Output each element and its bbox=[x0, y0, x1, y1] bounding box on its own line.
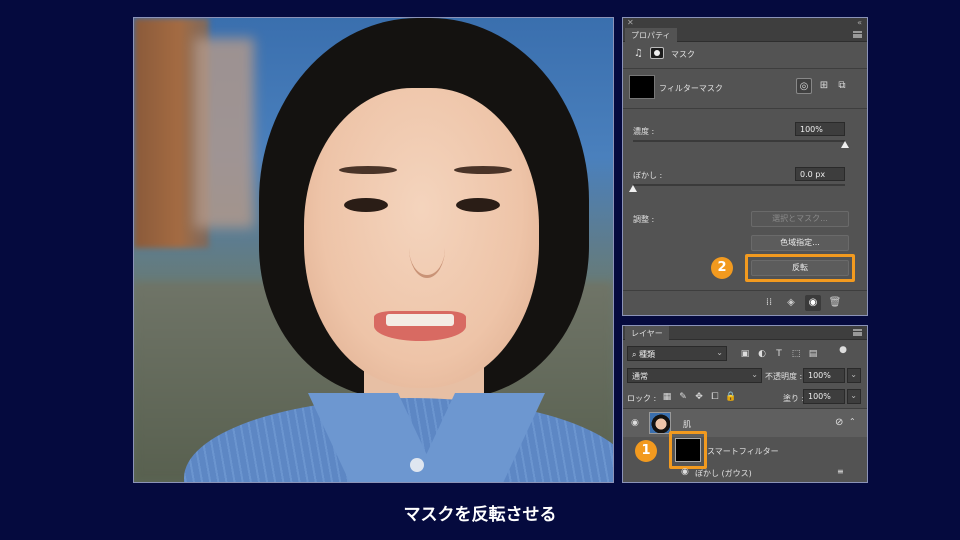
mask-type-icon[interactable] bbox=[650, 47, 664, 59]
apply-mask-icon[interactable]: ⊞ bbox=[816, 78, 832, 94]
blend-mode-dropdown[interactable]: 通常 ⌄ bbox=[627, 368, 762, 383]
lock-all-icon[interactable]: 🔒 bbox=[725, 391, 737, 403]
divider bbox=[623, 68, 867, 69]
opacity-dropdown[interactable]: ⌄ bbox=[847, 368, 861, 383]
layers-tab-bar: レイヤー bbox=[623, 326, 867, 340]
portrait-photo bbox=[133, 17, 614, 483]
chevron-down-icon: ⌄ bbox=[850, 370, 857, 379]
filter-mask-thumbnail bbox=[629, 75, 655, 99]
nose bbox=[409, 218, 445, 278]
mask-action-icons: ◎ ⊞ ⧉ bbox=[796, 78, 852, 96]
layer-name: スマートフィルター bbox=[707, 447, 779, 456]
eye-left bbox=[344, 198, 388, 212]
density-slider-thumb[interactable] bbox=[841, 141, 849, 148]
mask-header-label: マスク bbox=[671, 50, 695, 59]
tab-properties[interactable]: プロパティ bbox=[625, 28, 677, 42]
shape-filter-icon[interactable]: ⬚ bbox=[790, 348, 802, 360]
mask-header: ♫ マスク bbox=[623, 44, 867, 66]
adjust-label: 調整 : bbox=[633, 215, 655, 224]
chevron-up-icon[interactable]: ⌃ bbox=[849, 417, 856, 426]
lock-image-icon[interactable]: ✎ bbox=[677, 391, 689, 403]
eyebrow-left bbox=[339, 166, 397, 174]
adjustment-filter-icon[interactable]: ◐ bbox=[756, 348, 768, 360]
visibility-eye-icon[interactable]: ◉ bbox=[681, 467, 689, 477]
selection-icon[interactable]: ⁞⁞ bbox=[761, 295, 777, 311]
chevron-down-icon: ⌄ bbox=[850, 391, 857, 400]
step-2-badge: 2 bbox=[711, 257, 733, 279]
panel-menu-icon[interactable] bbox=[853, 31, 862, 38]
eye-right bbox=[456, 198, 500, 212]
fill-field[interactable]: 100% bbox=[803, 389, 845, 404]
lock-position-icon[interactable]: ✥ bbox=[693, 391, 705, 403]
density-slider-track[interactable] bbox=[633, 140, 845, 142]
select-mask-icon[interactable]: ◎ bbox=[796, 78, 812, 94]
background-building-blur bbox=[194, 38, 254, 228]
properties-footer-icons: ⁞⁞ ◈ ◉ 🗑 bbox=[761, 295, 851, 311]
lock-transparency-icon[interactable]: ▦ bbox=[661, 391, 673, 403]
chevron-down-icon: ⌄ bbox=[716, 348, 723, 357]
fill-label: 塗り : bbox=[783, 394, 805, 403]
lock-label: ロック : bbox=[627, 394, 657, 403]
collapse-icon[interactable]: « bbox=[857, 18, 862, 27]
smart-object-filter-icon[interactable]: ▤ bbox=[807, 348, 819, 360]
feather-field[interactable]: 0.0 px bbox=[795, 167, 845, 181]
load-selection-icon[interactable]: ⧉ bbox=[834, 78, 850, 94]
tab-layers[interactable]: レイヤー bbox=[625, 326, 669, 340]
trash-icon[interactable]: 🗑 bbox=[827, 295, 843, 311]
smart-filter-indicator-icon: ⊘ bbox=[835, 417, 844, 428]
layer-row[interactable]: ◉ スマートフィルター bbox=[623, 437, 867, 463]
pixel-mask-icon[interactable]: ♫ bbox=[634, 48, 643, 59]
eyebrow-right bbox=[454, 166, 512, 174]
blend-mode-value: 通常 bbox=[632, 372, 648, 381]
chevron-down-icon: ⌄ bbox=[751, 370, 758, 379]
select-and-mask-button[interactable]: 選択とマスク... bbox=[751, 211, 849, 227]
close-icon[interactable]: ✕ bbox=[627, 18, 634, 27]
divider bbox=[623, 290, 867, 291]
panel-title-bar: ✕ « bbox=[623, 18, 867, 28]
search-icon: ⌕ bbox=[632, 350, 640, 359]
properties-panel: ✕ « プロパティ ♫ マスク フィルターマスク ◎ ⊞ ⧉ 濃度 : 100%… bbox=[622, 17, 868, 316]
filter-options-icon[interactable]: ≡ bbox=[837, 467, 844, 476]
feather-slider-track[interactable] bbox=[633, 184, 845, 186]
layer-thumbnail bbox=[649, 412, 671, 434]
color-range-button[interactable]: 色域指定... bbox=[751, 235, 849, 251]
filter-kind-value: 種類 bbox=[639, 350, 656, 359]
density-field[interactable]: 100% bbox=[795, 122, 845, 136]
layers-panel: レイヤー ⌕ 種類 ⌄ ▣ ◐ T ⬚ ▤ ● 通常 ⌄ 不透明度 : 100%… bbox=[622, 325, 868, 483]
layer-row[interactable]: ◉ 肌 ⊘ ⌃ bbox=[623, 409, 867, 437]
visibility-eye-icon[interactable]: ◉ bbox=[805, 295, 821, 311]
image-filter-icon[interactable]: ▣ bbox=[739, 348, 751, 360]
filter-kind-dropdown[interactable]: ⌕ 種類 ⌄ bbox=[627, 346, 727, 361]
visibility-eye-icon[interactable]: ◉ bbox=[631, 418, 639, 428]
feather-slider-thumb[interactable] bbox=[629, 185, 637, 192]
layer-name: 肌 bbox=[683, 420, 691, 429]
feather-label: ぼかし : bbox=[633, 171, 663, 180]
caption: マスクを反転させる bbox=[403, 505, 557, 525]
mask-disable-icon[interactable]: ◈ bbox=[783, 295, 799, 311]
fill-dropdown[interactable]: ⌄ bbox=[847, 389, 861, 404]
filter-toggle-icon[interactable]: ● bbox=[837, 344, 849, 356]
type-filter-icon[interactable]: T bbox=[773, 348, 785, 360]
step-1-badge: 1 bbox=[635, 440, 657, 462]
properties-tab-bar: プロパティ bbox=[623, 28, 867, 42]
divider bbox=[623, 108, 867, 109]
filter-mask-label: フィルターマスク bbox=[659, 84, 723, 93]
shirt-button bbox=[410, 458, 424, 472]
lock-artboard-icon[interactable]: ⧠ bbox=[709, 391, 721, 403]
density-label: 濃度 : bbox=[633, 127, 655, 136]
layer-name: ぼかし (ガウス) bbox=[695, 469, 752, 478]
panel-menu-icon[interactable] bbox=[853, 329, 862, 336]
opacity-field[interactable]: 100% bbox=[803, 368, 845, 383]
invert-highlight-box bbox=[745, 254, 855, 282]
teeth bbox=[386, 314, 454, 326]
opacity-label: 不透明度 : bbox=[765, 372, 803, 381]
layer-row[interactable]: ◉ ぼかし (ガウス) ≡ bbox=[623, 464, 867, 482]
